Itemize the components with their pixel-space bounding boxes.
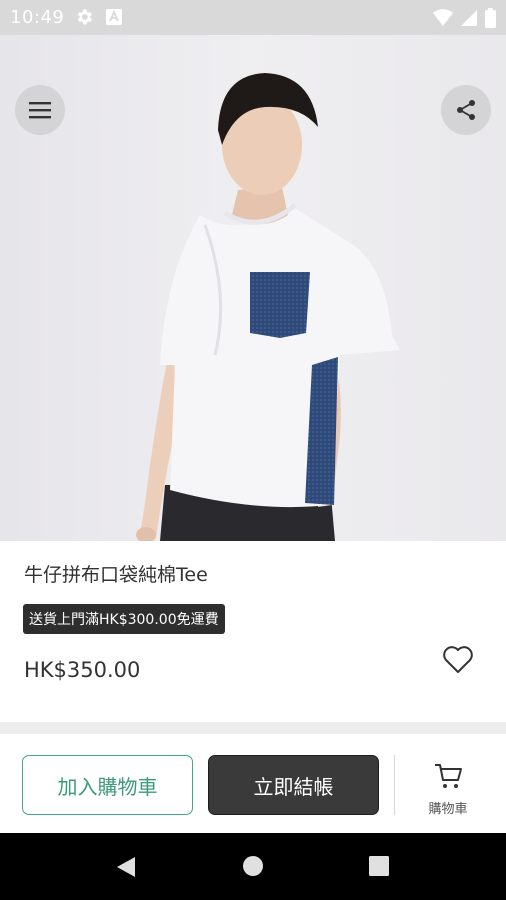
- section-divider: [0, 722, 506, 734]
- product-image[interactable]: [0, 35, 506, 541]
- checkout-button[interactable]: 立即結帳: [208, 755, 379, 815]
- shopping-cart-icon: [433, 762, 463, 794]
- status-bar: 10:49: [0, 0, 506, 35]
- shipping-promo-badge: 送貨上門滿HK$300.00免運費: [23, 604, 225, 634]
- cart-button[interactable]: 購物車: [404, 762, 492, 822]
- menu-button[interactable]: [15, 85, 65, 135]
- cart-label: 購物車: [428, 802, 468, 817]
- wifi-icon: [433, 9, 453, 31]
- hamburger-menu-icon: [28, 100, 52, 120]
- status-time: 10:49: [10, 7, 65, 28]
- heart-outline-icon: [442, 646, 474, 679]
- favorite-button[interactable]: [442, 645, 474, 679]
- add-to-cart-button[interactable]: 加入購物車: [22, 755, 193, 815]
- recents-icon[interactable]: [369, 856, 389, 880]
- cellular-signal-icon: [461, 9, 477, 31]
- system-nav-bar: [0, 833, 506, 900]
- back-icon[interactable]: [115, 855, 137, 883]
- share-icon: [454, 98, 478, 122]
- action-divider: [394, 755, 395, 815]
- product-title: 牛仔拼布口袋純棉Tee: [24, 564, 208, 586]
- battery-icon: [485, 8, 496, 32]
- keyboard-a-icon: [106, 9, 122, 29]
- home-icon[interactable]: [242, 855, 264, 881]
- settings-gear-icon: [74, 7, 94, 31]
- share-button[interactable]: [441, 85, 491, 135]
- product-price: HK$350.00: [24, 658, 141, 682]
